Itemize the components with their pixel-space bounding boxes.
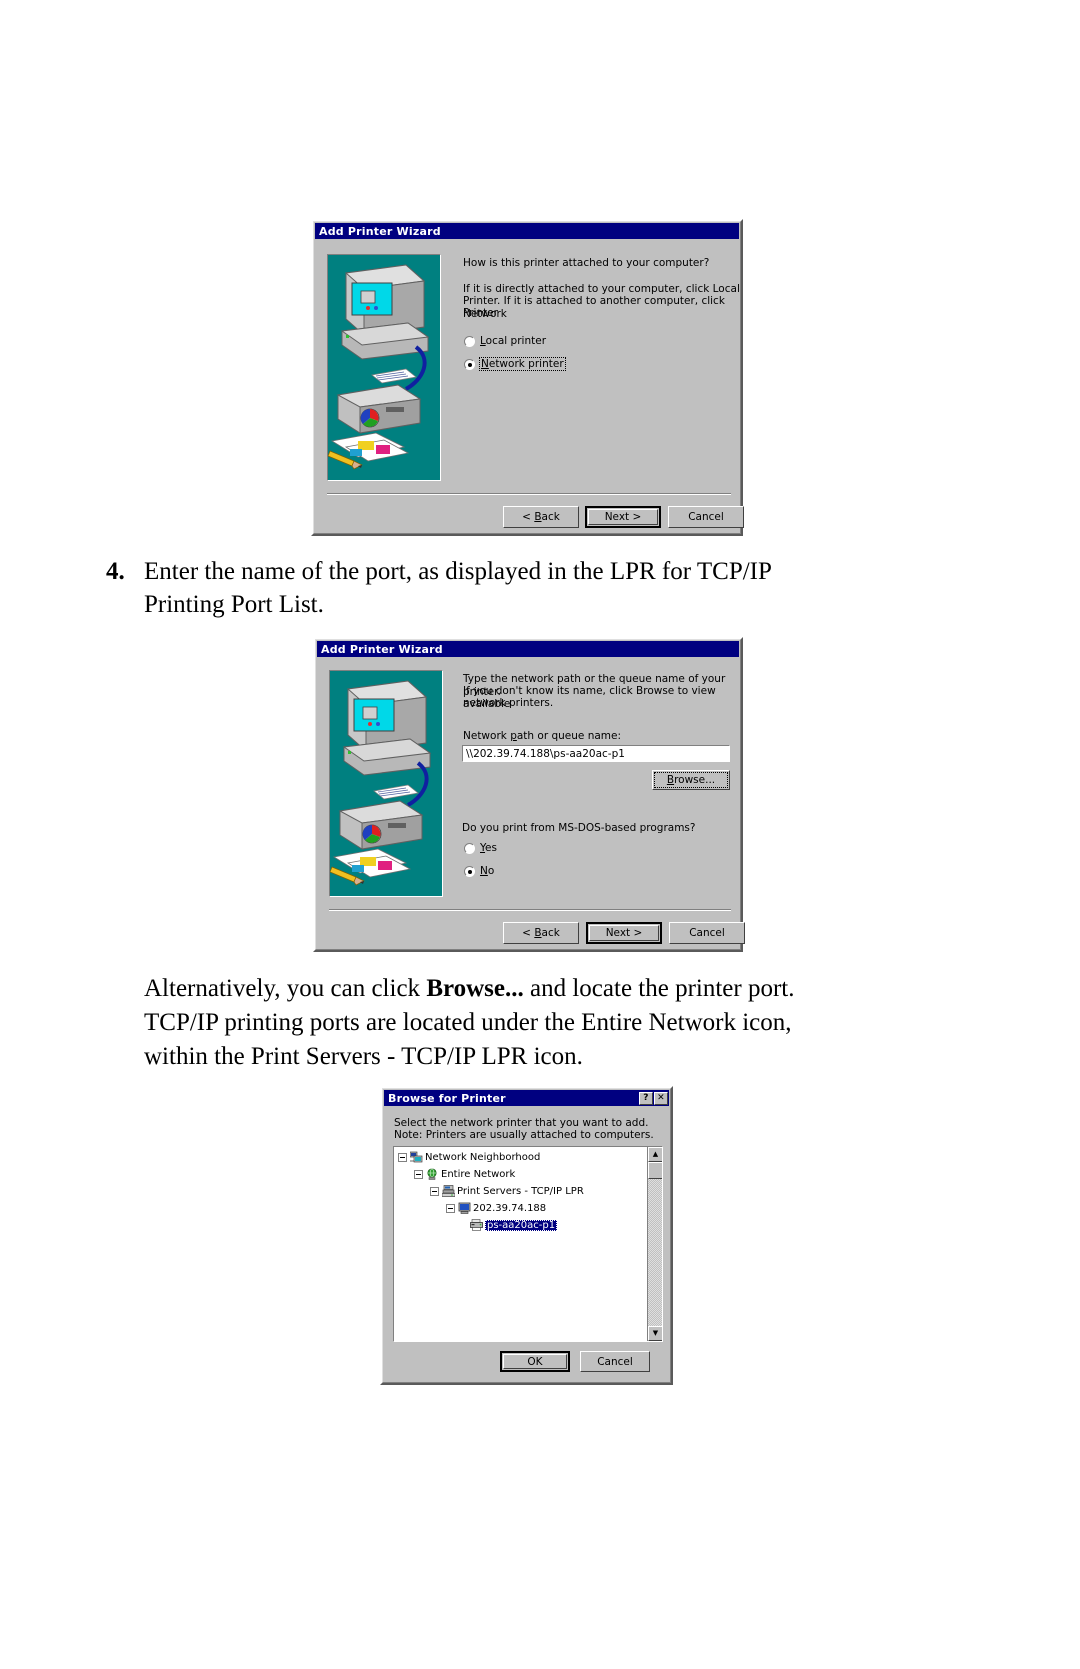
dialog2-cancel-button[interactable]: Cancel xyxy=(669,922,745,944)
tree-node-network-neighborhood[interactable]: Network Neighborhood xyxy=(398,1151,540,1163)
dialog3-titlebar-buttons: ? ✕ xyxy=(639,1091,669,1105)
network-path-input[interactable]: \\202.39.74.188\ps-aa20ac-p1 xyxy=(462,745,730,762)
radio-local-printer-indicator[interactable] xyxy=(464,335,475,347)
network-path-input-value: \\202.39.74.188\ps-aa20ac-p1 xyxy=(466,747,625,760)
printer-computer-illustration xyxy=(328,264,430,470)
globe-icon xyxy=(426,1168,439,1180)
radio-msdos-yes[interactable]: Yes xyxy=(464,842,497,854)
tree-node-entire-network[interactable]: Entire Network xyxy=(414,1168,515,1180)
dialog1-heading: How is this printer attached to your com… xyxy=(463,257,710,269)
tree-label: 202.39.74.188 xyxy=(473,1202,547,1214)
dialog-add-printer-wizard-path: Add Printer Wizard Type the network path… xyxy=(313,637,745,952)
dialog1-titlebar: Add Printer Wizard xyxy=(315,223,739,239)
scroll-down-button[interactable]: ▼ xyxy=(648,1326,662,1341)
step-4-line2: Printing Port List. xyxy=(144,591,324,618)
alt-para-line2: TCP/IP printing ports are located under … xyxy=(144,1009,792,1036)
dialog2-titlebar: Add Printer Wizard xyxy=(317,641,739,657)
radio-msdos-yes-indicator[interactable] xyxy=(464,842,475,854)
dialog3-title: Browse for Printer xyxy=(388,1091,506,1105)
tree-label: Print Servers - TCP/IP LPR xyxy=(457,1185,584,1197)
alt-para-line3: within the Print Servers - TCP/IP LPR ic… xyxy=(144,1043,583,1070)
browse-button[interactable]: Browse... xyxy=(652,770,730,790)
dialog2-illustration xyxy=(329,670,443,897)
network-neighborhood-icon xyxy=(409,1151,423,1163)
dialog1-next-inner: Next > xyxy=(588,509,658,525)
tree-node-print-servers-tcpip-lpr[interactable]: Print Servers - TCP/IP LPR xyxy=(430,1185,584,1197)
dialog1-illustration xyxy=(327,254,441,481)
help-icon[interactable]: ? xyxy=(639,1091,653,1105)
expander-minus-icon[interactable] xyxy=(398,1152,407,1162)
scroll-up-button[interactable]: ▲ xyxy=(648,1147,662,1162)
msdos-question: Do you print from MS-DOS-based programs? xyxy=(462,822,696,834)
expander-minus-icon[interactable] xyxy=(414,1169,423,1179)
browse-ok-button[interactable]: OK xyxy=(500,1351,570,1372)
expander-minus-icon[interactable] xyxy=(430,1186,439,1196)
dialog1-cancel-button[interactable]: Cancel xyxy=(668,506,744,528)
dialog2-next-inner: Next > xyxy=(589,925,659,941)
browse-emphasis: Browse... xyxy=(426,975,524,1002)
printer-icon xyxy=(470,1219,483,1231)
dialog1-back-button[interactable]: < Back xyxy=(503,506,579,528)
browse-cancel-button[interactable]: Cancel xyxy=(580,1351,650,1372)
server-group-icon xyxy=(441,1185,456,1197)
dialog-browse-for-printer: Browse for Printer ? ✕ Select the networ… xyxy=(380,1086,673,1385)
radio-msdos-no[interactable]: No xyxy=(464,865,494,877)
tree-scrollbar[interactable]: ▲ ▼ xyxy=(647,1147,662,1341)
computer-icon xyxy=(458,1202,471,1214)
radio-msdos-no-label: No xyxy=(480,865,495,877)
tree-label: Entire Network xyxy=(441,1168,516,1180)
tree-node-ps-aa20ac-p1[interactable]: ps-aa20ac-p1 xyxy=(470,1219,558,1231)
dialog1-back-label: < Back xyxy=(522,511,560,523)
close-icon[interactable]: ✕ xyxy=(654,1091,668,1105)
browse-instruction-line2: Note: Printers are usually attached to c… xyxy=(394,1129,654,1141)
browse-button-focus xyxy=(654,772,728,788)
dialog2-back-button[interactable]: < Back xyxy=(503,922,579,944)
tree-label: ps-aa20ac-p1 xyxy=(485,1219,558,1231)
radio-local-printer-label: Local printer xyxy=(480,335,547,347)
radio-network-printer-label: Network printer xyxy=(479,357,566,371)
dialog3-titlebar: Browse for Printer ? ✕ xyxy=(384,1090,669,1106)
network-path-field-label: Network path or queue name: xyxy=(463,730,622,742)
dialog2-cancel-label: Cancel xyxy=(689,927,725,939)
printer-computer-illustration-2 xyxy=(330,680,432,886)
dialog1-body-line3: Printer xyxy=(463,307,498,319)
dialog-add-printer-wizard-attach: Add Printer Wizard How is this printer a… xyxy=(311,219,744,536)
alt-para-line1: Alternatively, you can click Browse... a… xyxy=(144,975,795,1002)
radio-network-printer[interactable]: Network printer xyxy=(464,357,566,371)
dialog1-next-button[interactable]: Next > xyxy=(585,506,661,528)
dialog2-next-button[interactable]: Next > xyxy=(586,922,662,944)
browse-cancel-label: Cancel xyxy=(597,1355,633,1368)
dialog1-next-label: Next > xyxy=(604,511,642,523)
tree-label: Network Neighborhood xyxy=(425,1151,541,1163)
step-4-line1: Enter the name of the port, as displayed… xyxy=(144,558,772,585)
dialog2-next-label: Next > xyxy=(605,927,643,939)
dialog2-title: Add Printer Wizard xyxy=(321,642,443,656)
radio-network-printer-indicator[interactable] xyxy=(464,358,475,370)
document-page: Add Printer Wizard How is this printer a… xyxy=(0,0,1080,1669)
printer-tree-listbox[interactable]: Network Neighborhood Entire Network Prin… xyxy=(393,1146,663,1342)
browse-ok-label: OK xyxy=(527,1355,543,1368)
dialog2-back-label: < Back xyxy=(522,927,560,939)
radio-msdos-yes-label: Yes xyxy=(480,842,497,854)
accel-n: N xyxy=(481,358,489,370)
scroll-track[interactable] xyxy=(648,1162,662,1326)
dialog1-separator xyxy=(327,493,731,495)
scroll-thumb[interactable] xyxy=(648,1162,662,1179)
dialog2-separator xyxy=(329,909,731,911)
radio-local-printer[interactable]: Local printer xyxy=(464,335,546,347)
dialog1-title: Add Printer Wizard xyxy=(319,224,441,238)
step-4-number: 4. xyxy=(106,558,125,585)
dialog1-cancel-label: Cancel xyxy=(688,511,724,523)
tree-node-202-39-74-188[interactable]: 202.39.74.188 xyxy=(446,1202,546,1214)
expander-minus-icon[interactable] xyxy=(446,1203,455,1213)
dialog1-body-line1: If it is directly attached to your compu… xyxy=(463,283,740,295)
radio-msdos-no-indicator[interactable] xyxy=(464,865,475,877)
browse-instruction-line1: Select the network printer that you want… xyxy=(394,1117,649,1129)
browse-ok-inner: OK xyxy=(503,1354,567,1369)
dialog2-body-line3: network printers. xyxy=(463,697,554,709)
